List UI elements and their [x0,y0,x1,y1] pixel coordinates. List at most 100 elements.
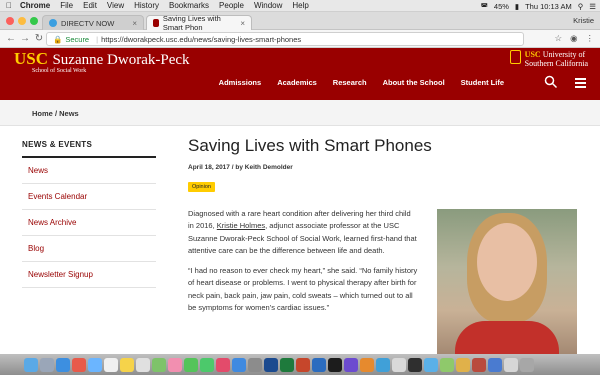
university-logo[interactable]: USC University of Southern California [509,50,588,68]
breadcrumb-home[interactable]: Home [32,109,53,118]
menu-help[interactable]: Help [292,1,308,10]
tab-label: DIRECTV NOW [61,18,115,28]
photo-shirt [455,321,559,354]
address-bar[interactable]: 🔒 Secure | https://dworakpeck.usc.edu/ne… [46,32,524,46]
directv-favicon-icon [49,19,57,27]
powerpoint-icon[interactable] [296,357,310,372]
main-nav: Admissions Academics Research About the … [219,78,504,87]
close-window-button[interactable] [6,17,14,25]
article-author[interactable]: Keith Demolder [245,164,293,171]
app-store-icon[interactable] [232,357,246,372]
app-icon[interactable] [376,357,390,372]
battery-icon[interactable]: ▮ [515,2,519,11]
maps-icon[interactable] [152,357,166,372]
itunes-icon[interactable] [216,357,230,372]
word-icon[interactable] [264,357,278,372]
sidebar-item-newsletter-signup[interactable]: Newsletter Signup [22,262,156,288]
tab-directv[interactable]: DIRECTV NOW × [42,15,144,30]
app-icon[interactable] [488,357,502,372]
article: Saving Lives with Smart Phones April 18,… [188,136,580,312]
menu-chrome[interactable]: Chrome [20,1,50,10]
menu-edit[interactable]: Edit [83,1,97,10]
menu-file[interactable]: File [60,1,73,10]
downloads-icon[interactable] [504,357,518,372]
outlook-icon[interactable] [312,357,326,372]
app-icon[interactable] [424,357,438,372]
photos-icon[interactable] [168,357,182,372]
menu-view[interactable]: View [107,1,124,10]
minimize-window-button[interactable] [18,17,26,25]
sidebar-item-news[interactable]: News [22,158,156,184]
nav-academics[interactable]: Academics [277,78,317,87]
safari-icon[interactable] [56,357,70,372]
close-tab-icon[interactable]: × [240,19,245,28]
launchpad-icon[interactable] [40,357,54,372]
spotlight-icon[interactable]: ⚲ [578,2,584,11]
clock[interactable]: Thu 10:13 AM [525,2,572,11]
tab-usc-article[interactable]: Saving Lives with Smart Phon × [146,14,252,32]
reload-icon[interactable]: ↻ [32,33,46,44]
sidebar: NEWS & EVENTS News Events Calendar News … [22,140,156,288]
breadcrumb-separator: / [54,109,58,118]
app-icon[interactable] [392,357,406,372]
logo-usc: USC [14,49,49,68]
notes-icon[interactable] [120,357,134,372]
app-icon[interactable] [344,357,358,372]
hamburger-menu-icon[interactable] [575,78,586,88]
reminders-icon[interactable] [136,357,150,372]
mail-icon[interactable] [88,357,102,372]
forward-icon[interactable]: → [18,33,32,44]
breadcrumb-bar: Home / News [0,100,600,126]
chrome-icon[interactable] [72,357,86,372]
wifi-icon[interactable]: ◚ [481,2,488,11]
mac-dock [0,354,600,375]
trash-icon[interactable] [520,357,534,372]
close-tab-icon[interactable]: × [132,19,137,28]
menu-window[interactable]: Window [254,1,282,10]
site-header: USC Suzanne Dworak-Peck School of Social… [0,48,600,100]
profile-name[interactable]: Kristie [573,16,594,25]
university-line2: Southern California [524,59,588,68]
sidebar-item-events-calendar[interactable]: Events Calendar [22,184,156,210]
nav-admissions[interactable]: Admissions [219,78,262,87]
app-icon[interactable] [456,357,470,372]
app-icon[interactable] [472,357,486,372]
logo-subtitle: School of Social Work [32,68,87,74]
article-tag-badge[interactable]: Opinion [188,182,215,192]
separator: | [96,34,99,44]
finder-icon[interactable] [24,357,38,372]
author-profile-link[interactable]: Kristie Holmes [217,221,265,230]
menu-bookmarks[interactable]: Bookmarks [169,1,209,10]
breadcrumb: Home / News [32,109,79,118]
messages-icon[interactable] [184,357,198,372]
nav-about[interactable]: About the School [383,78,445,87]
school-logo[interactable]: USC Suzanne Dworak-Peck School of Social… [14,49,190,74]
extension-icon[interactable]: ◉ [570,33,577,44]
search-icon[interactable] [544,75,558,89]
chrome-menu-icon[interactable]: ⋮ [586,33,595,44]
facetime-icon[interactable] [200,357,214,372]
url-text[interactable]: https://dworakpeck.usc.edu/news/saving-l… [101,35,301,44]
app-icon[interactable] [408,357,422,372]
nav-research[interactable]: Research [333,78,367,87]
bookmark-star-icon[interactable]: ☆ [554,33,562,44]
system-preferences-icon[interactable] [248,357,262,372]
apple-icon[interactable]:  [6,1,12,10]
app-icon[interactable] [360,357,374,372]
menu-history[interactable]: History [134,1,159,10]
sidebar-item-blog[interactable]: Blog [22,236,156,262]
terminal-icon[interactable] [328,357,342,372]
sidebar-item-news-archive[interactable]: News Archive [22,210,156,236]
calendar-icon[interactable] [104,357,118,372]
battery-percent[interactable]: 45% [494,2,509,11]
zoom-window-button[interactable] [30,17,38,25]
excel-icon[interactable] [280,357,294,372]
menu-people[interactable]: People [219,1,244,10]
menu-icon[interactable]: ☰ [589,2,596,11]
paragraph: Diagnosed with a rare heart condition af… [188,208,418,257]
article-date: April 18, 2017 [188,164,230,171]
mac-menubar:  Chrome File Edit View History Bookmark… [0,0,600,12]
back-icon[interactable]: ← [4,33,18,44]
nav-student-life[interactable]: Student Life [461,78,504,87]
app-icon[interactable] [440,357,454,372]
